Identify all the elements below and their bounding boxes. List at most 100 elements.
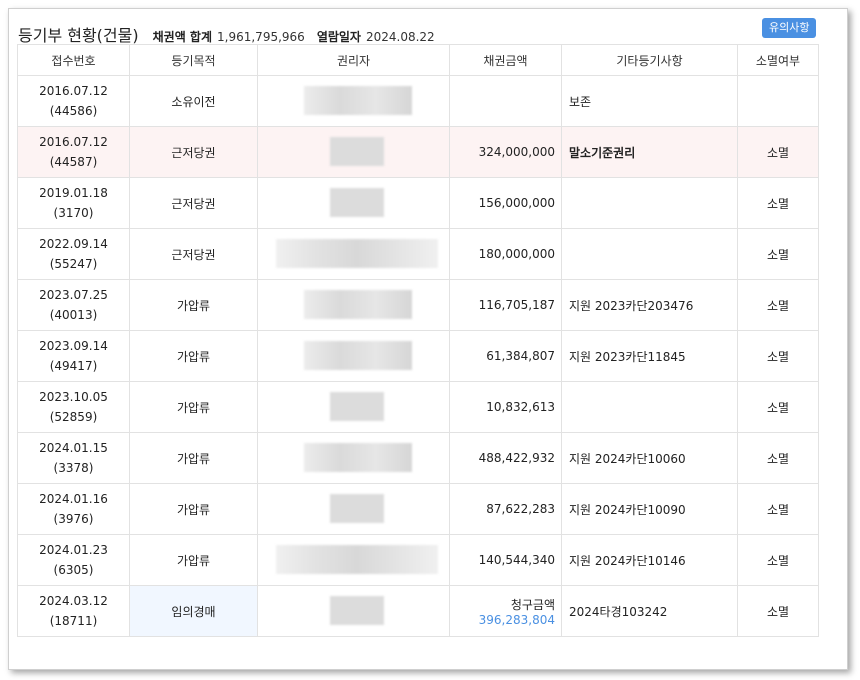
claim-total-value: 1,961,795,966 (217, 30, 305, 44)
receipt-cell: 2023.07.25 (40013) (17, 279, 130, 331)
extinct-cell: 소멸 (737, 177, 819, 229)
purpose-cell: 근저당권 (129, 126, 258, 178)
receipt-number: (52859) (49, 410, 98, 424)
col-header-receipt: 접수번호 (17, 44, 130, 76)
receipt-number: (3976) (53, 512, 94, 526)
table-row: 2016.07.12 (44586) 소유이전 보존 (17, 75, 819, 127)
holder-cell (257, 75, 450, 127)
receipt-cell: 2023.10.05 (52859) (17, 381, 130, 433)
receipt-cell: 2024.01.23 (6305) (17, 534, 130, 586)
purpose-cell: 가압류 (129, 330, 258, 382)
table-row: 2023.07.25 (40013) 가압류 116,705,187 지원 202… (17, 279, 819, 331)
receipt-date: 2024.01.15 (39, 441, 108, 455)
purpose-cell: 가압류 (129, 432, 258, 484)
claim-amount-label: 청구금액 (510, 597, 555, 612)
col-header-holder: 권리자 (257, 44, 450, 76)
etc-cell: 지원 2024카단10146 (561, 534, 738, 586)
table-row: 2022.09.14 (55247) 근저당권 180,000,000 소멸 (17, 228, 819, 280)
receipt-cell: 2024.01.16 (3976) (17, 483, 130, 535)
redacted-holder (304, 443, 412, 472)
etc-cell: 지원 2023카단203476 (561, 279, 738, 331)
purpose-cell: 소유이전 (129, 75, 258, 127)
claim-amount-value: 396,283,804 (478, 612, 555, 627)
holder-cell (257, 483, 450, 535)
purpose-cell: 가압류 (129, 381, 258, 433)
redacted-holder (330, 596, 384, 625)
holder-cell (257, 228, 450, 280)
redacted-holder (330, 188, 384, 217)
redacted-holder (330, 494, 384, 523)
etc-cell: 말소기준권리 (561, 126, 738, 178)
receipt-cell: 2023.09.14 (49417) (17, 330, 130, 382)
amount-cell: 청구금액 396,283,804 (449, 585, 562, 637)
col-header-etc: 기타등기사항 (561, 44, 738, 76)
notice-button[interactable]: 유의사항 (762, 18, 817, 38)
panel-title: 등기부 현황(건물) (18, 26, 139, 45)
receipt-date: 2016.07.12 (39, 135, 108, 149)
redacted-holder (276, 239, 438, 268)
col-header-amount: 채권금액 (449, 44, 562, 76)
etc-cell: 지원 2024카단10060 (561, 432, 738, 484)
table-row: 2023.09.14 (49417) 가압류 61,384,807 지원 2023… (17, 330, 819, 382)
receipt-number: (3378) (53, 461, 94, 475)
claim-total-label: 채권액 합계 (152, 30, 213, 44)
extinct-cell: 소멸 (737, 330, 819, 382)
receipt-number: (18711) (49, 614, 98, 628)
amount-cell: 116,705,187 (449, 279, 562, 331)
amount-cell: 10,832,613 (449, 381, 562, 433)
redacted-holder (304, 341, 412, 370)
etc-cell (561, 177, 738, 229)
table-row: 2024.01.16 (3976) 가압류 87,622,283 지원 2024카… (17, 483, 819, 535)
amount-cell: 156,000,000 (449, 177, 562, 229)
receipt-number: (44586) (49, 104, 98, 118)
amount-cell: 87,622,283 (449, 483, 562, 535)
redacted-holder (330, 392, 384, 421)
redacted-holder (304, 86, 412, 115)
table-row-base-right: 2016.07.12 (44587) 근저당권 324,000,000 말소기준권… (17, 126, 819, 178)
extinct-cell: 소멸 (737, 126, 819, 178)
amount-cell: 140,544,340 (449, 534, 562, 586)
extinct-cell: 소멸 (737, 432, 819, 484)
extinct-cell: 소멸 (737, 483, 819, 535)
etc-cell: 2024타경103242 (561, 585, 738, 637)
receipt-cell: 2016.07.12 (44586) (17, 75, 130, 127)
extinct-cell (737, 75, 819, 127)
holder-cell (257, 585, 450, 637)
receipt-number: (3170) (53, 206, 94, 220)
table-row-auction: 2024.03.12 (18711) 임의경매 청구금액 396,283,804 2… (17, 585, 819, 637)
etc-cell: 지원 2024카단10090 (561, 483, 738, 535)
holder-cell (257, 432, 450, 484)
view-date-value: 2024.08.22 (365, 30, 435, 44)
receipt-number: (6305) (53, 563, 94, 577)
etc-cell: 보존 (561, 75, 738, 127)
receipt-date: 2023.10.05 (39, 390, 108, 404)
receipt-date: 2024.01.16 (39, 492, 108, 506)
purpose-cell: 가압류 (129, 279, 258, 331)
holder-cell (257, 534, 450, 586)
table-row: 2023.10.05 (52859) 가압류 10,832,613 소멸 (17, 381, 819, 433)
receipt-date: 2019.01.18 (39, 186, 108, 200)
receipt-date: 2023.07.25 (39, 288, 108, 302)
receipt-number: (44587) (49, 155, 98, 169)
receipt-cell: 2024.01.15 (3378) (17, 432, 130, 484)
purpose-cell: 가압류 (129, 534, 258, 586)
receipt-cell: 2024.03.12 (18711) (17, 585, 130, 637)
amount-cell: 324,000,000 (449, 126, 562, 178)
receipt-date: 2022.09.14 (39, 237, 108, 251)
extinct-cell: 소멸 (737, 381, 819, 433)
holder-cell (257, 279, 450, 331)
table-header-row: 접수번호 등기목적 권리자 채권금액 기타등기사항 소멸여부 (17, 44, 819, 76)
redacted-holder (276, 545, 438, 574)
purpose-cell: 가압류 (129, 483, 258, 535)
receipt-date: 2016.07.12 (39, 84, 108, 98)
redacted-holder (330, 137, 384, 166)
col-header-purpose: 등기목적 (129, 44, 258, 76)
purpose-cell: 임의경매 (129, 585, 258, 637)
receipt-number: (55247) (49, 257, 98, 271)
amount-cell: 488,422,932 (449, 432, 562, 484)
redacted-holder (304, 290, 412, 319)
extinct-cell: 소멸 (737, 585, 819, 637)
etc-cell (561, 228, 738, 280)
purpose-cell: 근저당권 (129, 177, 258, 229)
receipt-number: (40013) (49, 308, 98, 322)
